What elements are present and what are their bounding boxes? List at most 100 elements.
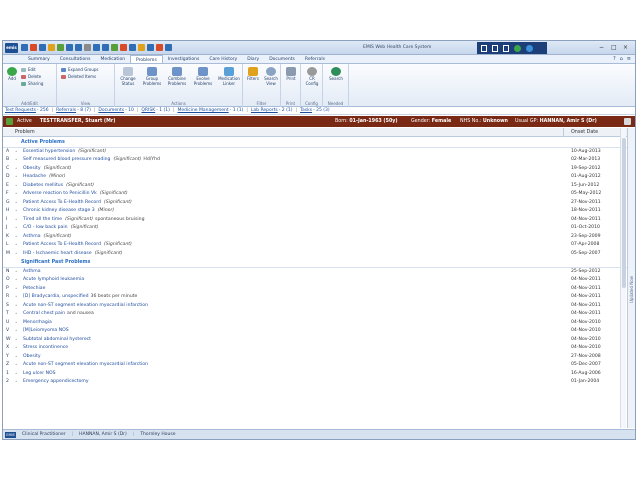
problem-row[interactable]: L • Patient Access To E-Health Record (Sign… bbox=[3, 241, 627, 250]
problem-name[interactable]: C/O - low back pain (Significant) bbox=[23, 224, 98, 233]
problem-name[interactable]: Emergency appendicectomy bbox=[23, 378, 89, 387]
problem-name[interactable]: Patient Access To E-Health Record (Signif… bbox=[23, 241, 132, 250]
group-problems-button[interactable]: Group Problems bbox=[141, 67, 163, 86]
help-icon[interactable]: ? bbox=[613, 56, 616, 62]
problem-name[interactable]: Headache (Minor) bbox=[23, 173, 66, 182]
problem-name[interactable]: Patient Access To E-Health Record (Signif… bbox=[23, 199, 132, 208]
problem-row[interactable]: N • Asthma 25-Sep-2012 bbox=[3, 268, 627, 277]
quick-access-icon[interactable] bbox=[93, 44, 100, 51]
problem-name[interactable]: Stress incontinence bbox=[23, 344, 68, 353]
green-circle-icon[interactable] bbox=[514, 44, 521, 52]
problem-name[interactable]: [M]Leiomyoma NOS bbox=[23, 327, 69, 336]
add-button[interactable]: Add bbox=[5, 67, 19, 82]
close-icon[interactable]: × bbox=[623, 44, 628, 51]
quick-access-icon[interactable] bbox=[147, 44, 154, 51]
minimize-icon[interactable]: − bbox=[599, 44, 604, 51]
tab-diary[interactable]: Diary bbox=[242, 55, 264, 63]
menu-icon[interactable]: ≡ bbox=[627, 56, 631, 62]
problem-name[interactable]: Self measured blood pressure reading (Sig… bbox=[23, 156, 160, 165]
problem-row[interactable]: K • Asthma (Significant) 23-Sep-2009 bbox=[3, 233, 627, 242]
patient-name[interactable]: TESTTRANSFER, Stuart (Mr) bbox=[40, 119, 116, 124]
banner-menu-icon[interactable] bbox=[624, 118, 631, 125]
document-icon[interactable] bbox=[492, 44, 498, 52]
problem-row[interactable]: V • [M]Leiomyoma NOS 04-Nov-2010 bbox=[3, 327, 627, 336]
count-documents[interactable]: Documents- 10 bbox=[98, 108, 133, 113]
tab-referrals[interactable]: Referrals bbox=[300, 55, 330, 63]
problem-name[interactable]: Acute non-ST segment elevation myocardia… bbox=[23, 361, 148, 370]
evolve-problems-button[interactable]: Evolve Problems bbox=[191, 67, 215, 86]
problem-name[interactable]: Asthma (Significant) bbox=[23, 233, 71, 242]
filters-button[interactable]: Filters bbox=[245, 67, 261, 82]
quick-access-icon[interactable] bbox=[138, 44, 145, 51]
problem-name[interactable]: Tired all the time (Significant) spontaneo… bbox=[23, 216, 145, 225]
problem-row[interactable]: X • Stress incontinence 04-Nov-2010 bbox=[3, 344, 627, 353]
tab-problems[interactable]: Problems bbox=[130, 55, 163, 63]
search-view-button[interactable]: Search View bbox=[262, 67, 280, 86]
section-past-problems[interactable]: Significant Past Problems bbox=[3, 258, 627, 268]
side-tab[interactable]: Updated Now bbox=[627, 128, 635, 428]
quick-access-icon[interactable] bbox=[66, 44, 73, 51]
quick-access-icon[interactable] bbox=[39, 44, 46, 51]
quick-access-icon[interactable] bbox=[30, 44, 37, 51]
problem-row[interactable]: R • [D] Bradycardia, unspecified 36 beats p… bbox=[3, 293, 627, 302]
problem-row[interactable]: Y • Obesity 27-Nov-2008 bbox=[3, 353, 627, 362]
tab-investigations[interactable]: Investigations bbox=[163, 55, 205, 63]
problem-row[interactable]: A • Essential hypertension (Significant) 10-… bbox=[3, 148, 627, 157]
count-qrisk[interactable]: QRISK- 1 (1) bbox=[141, 108, 170, 113]
problem-row[interactable]: W • Subtotal abdominal hysterect 04-Nov-201… bbox=[3, 336, 627, 345]
deleted-items-button[interactable]: Deleted Items bbox=[61, 74, 96, 79]
search-button[interactable]: Search bbox=[326, 67, 346, 82]
problem-row[interactable]: 2 • Emergency appendicectomy 01-Jan-2004 bbox=[3, 378, 627, 387]
quick-access-icon[interactable] bbox=[156, 44, 163, 51]
vertical-scrollbar[interactable] bbox=[620, 128, 626, 428]
combine-problems-button[interactable]: Combine Problems bbox=[165, 67, 189, 86]
folder-icon[interactable] bbox=[503, 44, 509, 52]
problem-name[interactable]: Asthma bbox=[23, 268, 41, 277]
delete-button[interactable]: Delete bbox=[21, 74, 41, 79]
problem-name[interactable]: Diabetes mellitus (Significant) bbox=[23, 182, 94, 191]
edit-button[interactable]: Edit bbox=[21, 67, 36, 72]
quick-access-icon[interactable] bbox=[165, 44, 172, 51]
quick-access-icon[interactable] bbox=[84, 44, 91, 51]
medication-linker-button[interactable]: Medication Linker bbox=[217, 67, 241, 86]
problem-row[interactable]: E • Diabetes mellitus (Significant) 15-Jun-2… bbox=[3, 182, 627, 191]
quick-access-icon[interactable] bbox=[21, 44, 28, 51]
problem-name[interactable]: Chronic kidney disease stage 3 (Minor) bbox=[23, 207, 114, 216]
problem-name[interactable]: Adverse reaction to Penicillin Vk (Signif… bbox=[23, 190, 128, 199]
emis-logo[interactable]: emis bbox=[5, 43, 18, 53]
problem-name[interactable]: Acute lymphoid leukaemia bbox=[23, 276, 84, 285]
problem-row[interactable]: B • Self measured blood pressure reading (S… bbox=[3, 156, 627, 165]
tab-medication[interactable]: Medication bbox=[95, 55, 130, 63]
quick-access-icon[interactable] bbox=[111, 44, 118, 51]
count-referrals[interactable]: Referrals- 8 (7) bbox=[56, 108, 91, 113]
problem-row[interactable]: O • Acute lymphoid leukaemia 04-Nov-2011 bbox=[3, 276, 627, 285]
problem-row[interactable]: M • IHD - Ischaemic heart disease (Signific… bbox=[3, 250, 627, 259]
problem-row[interactable]: Z • Acute non-ST segment elevation myocard… bbox=[3, 361, 627, 370]
problem-name[interactable]: Obesity (Significant) bbox=[23, 165, 71, 174]
problem-name[interactable]: Leg ulcer NOS bbox=[23, 370, 56, 379]
count-test-requests[interactable]: Test Requests- 256 bbox=[5, 108, 49, 113]
sharing-button[interactable]: Sharing bbox=[21, 81, 43, 86]
tab-consultations[interactable]: Consultations bbox=[55, 55, 96, 63]
problem-row[interactable]: S • Acute non-ST segment elevation myocard… bbox=[3, 302, 627, 311]
problem-row[interactable]: I • Tired all the time (Significant) spontan… bbox=[3, 216, 627, 225]
change-status-button[interactable]: Change Status bbox=[117, 67, 139, 86]
problem-name[interactable]: Obesity bbox=[23, 353, 41, 362]
column-header-onset[interactable]: Onset Date bbox=[571, 130, 598, 135]
tab-care-history[interactable]: Care History bbox=[204, 55, 242, 63]
problem-row[interactable]: F • Adverse reaction to Penicillin Vk (Sign… bbox=[3, 190, 627, 199]
count-medicine-management[interactable]: Medicine Management- 1 (1) bbox=[177, 108, 243, 113]
square-icon[interactable] bbox=[481, 44, 487, 52]
tab-summary[interactable]: Summary bbox=[23, 55, 55, 63]
problem-name[interactable]: IHD - Ischaemic heart disease (Significan… bbox=[23, 250, 123, 259]
quick-access-icon[interactable] bbox=[75, 44, 82, 51]
problem-row[interactable]: J • C/O - low back pain (Significant) 01-Oct… bbox=[3, 224, 627, 233]
cr-config-button[interactable]: CR Config bbox=[303, 67, 321, 86]
count-lab-reports[interactable]: Lab Reports- 2 (1) bbox=[251, 108, 293, 113]
blue-circle-icon[interactable] bbox=[526, 44, 533, 52]
problem-row[interactable]: P • Petechiae 04-Nov-2011 bbox=[3, 285, 627, 294]
problem-name[interactable]: [D] Bradycardia, unspecified 36 beats per… bbox=[23, 293, 137, 302]
quick-access-icon[interactable] bbox=[102, 44, 109, 51]
problem-row[interactable]: G • Patient Access To E-Health Record (Sign… bbox=[3, 199, 627, 208]
quick-access-icon[interactable] bbox=[48, 44, 55, 51]
